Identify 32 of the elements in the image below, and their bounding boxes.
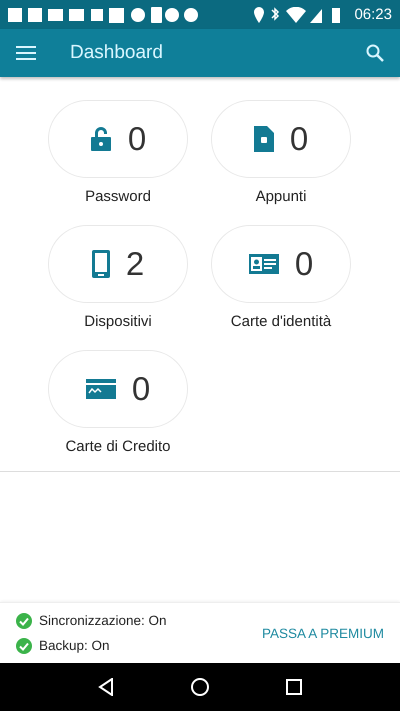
screen-title: Dashboard (70, 42, 164, 64)
category-label: Password (85, 188, 151, 205)
category-label: Dispositivi (84, 313, 152, 330)
item-count: 0 (294, 245, 314, 283)
category-label: Appunti (256, 188, 306, 205)
premium-link[interactable]: PASSA A PREMIUM (262, 626, 384, 640)
item-count: 0 (290, 120, 308, 158)
menu-icon[interactable] (16, 46, 36, 60)
id-card-icon (248, 254, 279, 274)
recents-icon[interactable] (286, 679, 302, 695)
phone-icon (92, 250, 110, 278)
item-count: 0 (132, 370, 150, 408)
category-tile[interactable]: 2 (48, 225, 188, 303)
back-icon[interactable] (98, 678, 114, 696)
item-count: 0 (128, 120, 146, 158)
status-text: Sincronizzazione: On (39, 613, 167, 628)
padlock-icon (90, 126, 112, 152)
check-icon (16, 612, 32, 628)
status-text: Backup: On (39, 638, 110, 653)
category-label: Carte di Credito (65, 438, 171, 455)
search-icon[interactable] (366, 44, 384, 62)
home-icon[interactable] (190, 678, 209, 696)
check-icon (16, 638, 32, 654)
category-tile[interactable]: 0 (48, 350, 188, 428)
document-icon (254, 126, 274, 152)
clock-time: 06:23 (354, 6, 392, 23)
credit-card-icon (86, 379, 116, 399)
item-count: 2 (126, 245, 144, 283)
category-label: Carte d'identità (230, 313, 332, 330)
category-tile[interactable]: 0 (211, 225, 351, 303)
category-tile[interactable]: 0 (211, 100, 351, 178)
category-tile[interactable]: 0 (48, 100, 188, 178)
